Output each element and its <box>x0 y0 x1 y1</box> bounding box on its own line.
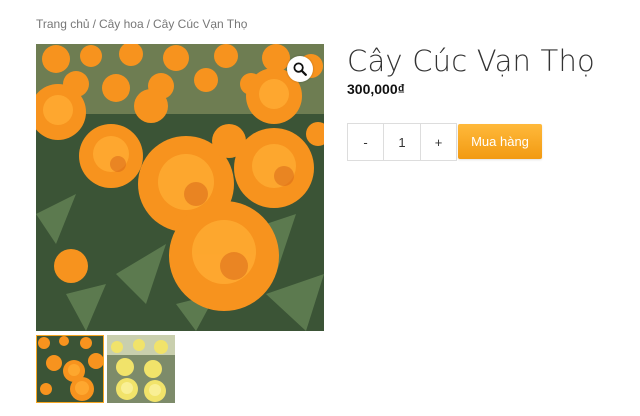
breadcrumb-home-link[interactable]: Trang chủ <box>36 17 90 31</box>
thumbnail-orange-marigold[interactable] <box>36 335 104 403</box>
quantity-minus-button[interactable]: - <box>348 124 383 160</box>
product-title: Cây Cúc Vạn Thọ <box>347 44 595 78</box>
quantity-stepper: - + <box>347 123 457 161</box>
quantity-input[interactable] <box>383 124 421 160</box>
thumbnail-yellow-marigold[interactable] <box>107 335 175 403</box>
thumbnail-gallery <box>36 335 175 403</box>
breadcrumb: Trang chủ / Cây hoa / Cây Cúc Vạn Thọ <box>36 17 247 31</box>
magnifier-icon <box>293 62 307 76</box>
zoom-button[interactable] <box>287 56 313 82</box>
breadcrumb-category-link[interactable]: Cây hoa <box>99 17 144 31</box>
breadcrumb-separator: / <box>92 17 96 31</box>
add-to-cart-button[interactable]: Mua hàng <box>458 124 542 159</box>
breadcrumb-current: Cây Cúc Vạn Thọ <box>152 17 248 31</box>
product-price: 300,000₫ <box>347 81 405 97</box>
product-main-image[interactable] <box>36 44 324 331</box>
quantity-plus-button[interactable]: + <box>421 124 456 160</box>
breadcrumb-separator: / <box>146 17 150 31</box>
